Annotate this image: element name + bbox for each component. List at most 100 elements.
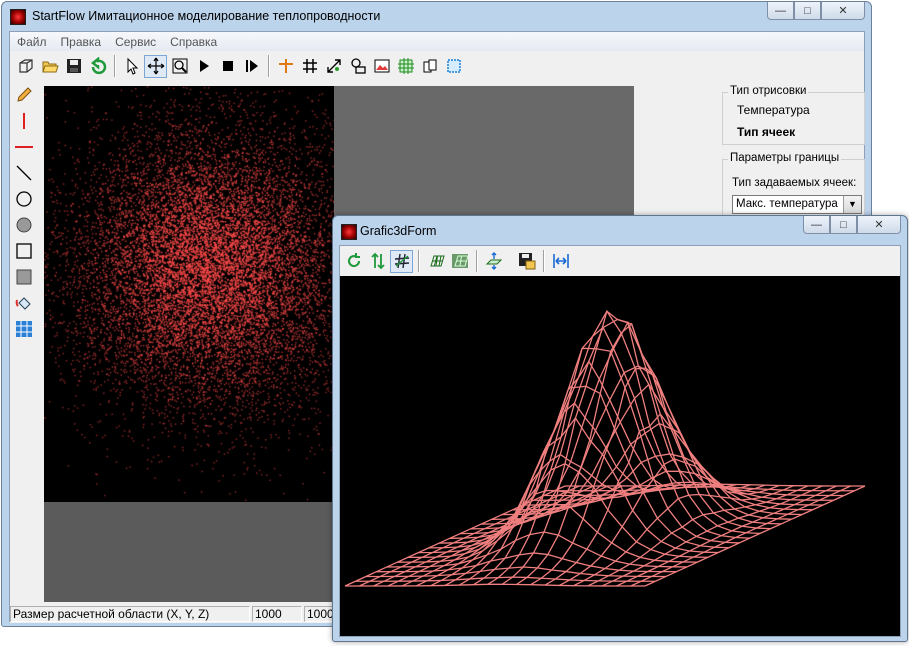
- circle-icon: [16, 191, 32, 207]
- mesh-line: [487, 326, 709, 585]
- heat-map: [44, 86, 334, 502]
- cell-type-select[interactable]: Макс. температура ▼: [732, 195, 862, 214]
- grafic3d-toolbar: [340, 248, 900, 274]
- save-image-button[interactable]: [515, 250, 538, 273]
- pointer-icon: [127, 57, 138, 75]
- drawing-tools: [10, 83, 38, 623]
- menu-file[interactable]: Файл: [10, 35, 54, 49]
- grid-button[interactable]: [298, 55, 321, 78]
- vertical-line-tool[interactable]: [14, 111, 34, 131]
- toolbar-separator: [114, 55, 116, 77]
- move-button[interactable]: [144, 54, 167, 78]
- undo-button[interactable]: [86, 55, 109, 78]
- grafic3d-close-button[interactable]: ✕: [857, 216, 901, 234]
- new-button[interactable]: [14, 55, 37, 78]
- select-rect-button[interactable]: [442, 55, 465, 78]
- move-icon: [147, 57, 164, 75]
- solid-grid-button[interactable]: [448, 250, 471, 273]
- menu-bar: Файл Правка Сервис Справка: [10, 32, 864, 51]
- grafic3d-minimize-button[interactable]: —: [803, 216, 830, 234]
- new-cube-icon: [18, 59, 33, 73]
- close-icon: ✕: [838, 5, 848, 17]
- step-icon: [245, 60, 258, 72]
- grafic3d-window: Grafic3dForm — □ ✕: [332, 215, 908, 642]
- horizontal-line-icon: [15, 146, 33, 148]
- toolbar-separator: [543, 250, 545, 272]
- copy-icon: [423, 59, 436, 73]
- close-button[interactable]: ✕: [821, 2, 865, 20]
- maximize-icon: □: [840, 218, 847, 231]
- play-button[interactable]: [192, 55, 215, 78]
- menu-service[interactable]: Сервис: [108, 35, 163, 49]
- mesh-line: [449, 310, 750, 539]
- menu-edit[interactable]: Правка: [54, 35, 109, 49]
- refresh-button[interactable]: [342, 250, 365, 273]
- sort-vertical-button[interactable]: [366, 250, 389, 273]
- grid-hash-icon: [394, 253, 409, 269]
- undo-icon: [90, 57, 106, 75]
- play-icon: [199, 60, 209, 72]
- grafic3d-client: [339, 245, 901, 637]
- cell-grid-tool[interactable]: [14, 319, 34, 339]
- fill-icon: [15, 297, 31, 310]
- diagonal-line-tool[interactable]: [14, 163, 34, 183]
- step-button[interactable]: [240, 55, 263, 78]
- surface-plot[interactable]: [340, 276, 900, 636]
- open-folder-icon: [41, 61, 59, 73]
- chevron-down-icon[interactable]: ▼: [843, 196, 861, 213]
- filled-circle-tool[interactable]: [14, 215, 34, 235]
- filled-rectangle-icon: [16, 269, 32, 285]
- save-button[interactable]: [62, 55, 85, 78]
- cell-grid-icon: [16, 321, 32, 337]
- maximize-button[interactable]: □: [794, 2, 821, 20]
- resize-button[interactable]: [322, 55, 345, 78]
- heat-distribution-canvas: [44, 86, 334, 502]
- wire-grid-button[interactable]: [424, 250, 447, 273]
- crosshair-button[interactable]: [274, 55, 297, 78]
- horizontal-line-tool[interactable]: [14, 137, 34, 157]
- pointer-button[interactable]: [120, 55, 143, 78]
- pencil-tool[interactable]: [14, 85, 34, 105]
- title-bar[interactable]: StartFlow Имитационное моделирование теп…: [2, 2, 871, 30]
- select-rect-icon: [446, 59, 461, 73]
- cell-type-value: Макс. температура: [736, 198, 838, 210]
- toolbar-separator: [418, 250, 420, 272]
- copy-button[interactable]: [418, 55, 441, 78]
- circle-tool[interactable]: [14, 189, 34, 209]
- toolbar-separator: [476, 250, 478, 272]
- surface-arrows-button[interactable]: [482, 250, 505, 273]
- filled-rectangle-tool[interactable]: [14, 267, 34, 287]
- save-image-icon: [518, 253, 535, 270]
- shapes-button[interactable]: [346, 55, 369, 78]
- zoom-icon: [172, 58, 187, 74]
- rectangle-tool[interactable]: [14, 241, 34, 261]
- stop-button[interactable]: [216, 55, 239, 78]
- save-icon: [66, 59, 81, 73]
- horizontal-fit-button[interactable]: [549, 250, 572, 273]
- status-x: 1000: [252, 606, 302, 622]
- menu-help[interactable]: Справка: [163, 35, 224, 49]
- rectangle-icon: [16, 243, 32, 259]
- filled-circle-icon: [16, 217, 32, 233]
- zoom-button[interactable]: [168, 55, 191, 78]
- maximize-icon: □: [804, 4, 811, 17]
- grafic3d-title-bar[interactable]: Grafic3dForm — □ ✕: [333, 216, 907, 244]
- grid-hash-button[interactable]: [390, 249, 413, 273]
- minimize-button[interactable]: —: [767, 2, 794, 20]
- open-button[interactable]: [38, 55, 61, 78]
- mesh-line: [355, 576, 656, 582]
- render-option-temperature[interactable]: Температура: [737, 103, 810, 117]
- main-toolbar: [10, 52, 864, 80]
- grid-select-button[interactable]: [394, 55, 417, 78]
- image-button[interactable]: [370, 55, 393, 78]
- toolbar-separator: [268, 55, 270, 77]
- sort-vertical-icon: [370, 252, 385, 270]
- render-option-cell-type[interactable]: Тип ячеек: [737, 125, 795, 139]
- pencil-icon: [17, 87, 32, 102]
- fill-tool[interactable]: [14, 293, 34, 313]
- surface-arrows-icon: [485, 252, 502, 270]
- grafic3d-maximize-button[interactable]: □: [830, 216, 857, 234]
- stop-icon: [222, 61, 233, 71]
- simulation-canvas[interactable]: [44, 86, 334, 602]
- app-icon: [10, 9, 26, 25]
